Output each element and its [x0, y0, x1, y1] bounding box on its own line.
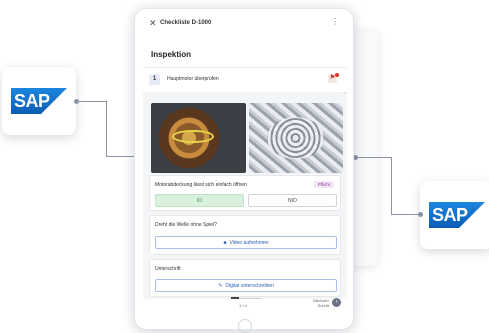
record-video-button[interactable]: ■ Video aufnehmen — [155, 236, 337, 249]
motor-photo[interactable] — [151, 103, 246, 173]
notification-dot — [335, 73, 339, 77]
sign-digitally-button[interactable]: ✎ Digital unterschreiben — [155, 279, 337, 292]
button-label: Video aufnehmen — [229, 240, 269, 246]
question-card-3: Unterschrift ✎ Digital unterschreiben — [149, 259, 341, 297]
question-label: Motorabdeckung lässt sich einfach öffnen — [155, 182, 247, 188]
question-card-2: Dreht die Welle ohne Spiel? ■ Video aufne… — [149, 215, 341, 255]
section-title: Inspektion — [151, 50, 192, 59]
tablet-device: ✕ Checkliste D-1000 ⋮ Inspektion 1 Haupt… — [134, 8, 354, 333]
io-button[interactable]: IO — [155, 194, 244, 207]
connector-right-lower — [391, 214, 420, 215]
required-tag: Pflicht — [313, 181, 334, 188]
sap-logo-text: SAP — [432, 205, 468, 225]
next-step-label-line2: Schritt — [317, 303, 329, 308]
arrow-right-icon[interactable]: › — [332, 298, 341, 307]
progress-indicator — [231, 297, 239, 299]
question-label: Dreht die Welle ohne Spiel? — [155, 222, 217, 228]
connector-dot — [418, 212, 423, 217]
close-icon[interactable]: ✕ — [149, 18, 157, 29]
video-camera-icon: ■ — [223, 240, 227, 246]
question-card-1: Motorabdeckung lässt sich einfach öffnen… — [149, 175, 341, 211]
gear-photo[interactable] — [248, 103, 343, 173]
checklist-screen[interactable]: Inspektion 1 Hauptmotor überprüfen ⚑ Mot… — [143, 43, 347, 299]
checklist-item[interactable]: 1 Hauptmotor überprüfen ⚑ — [143, 67, 347, 92]
signature-icon: ✎ — [218, 283, 223, 289]
sap-logo-card-left: SAP — [2, 67, 76, 135]
sap-logo: SAP — [11, 88, 67, 114]
photo-gallery — [151, 103, 343, 173]
connector-left-lower — [106, 156, 136, 157]
button-label: Digital unterschreiben — [225, 283, 274, 289]
home-button[interactable] — [238, 319, 252, 333]
sap-logo-text: SAP — [14, 91, 50, 111]
connector-dot — [74, 99, 79, 104]
connector-right — [355, 157, 392, 215]
page-indicator: 1 / 4 — [239, 303, 247, 308]
app-title: Checkliste D-1000 — [160, 20, 212, 26]
section-header: Inspektion — [143, 43, 347, 67]
sap-logo-card-right: SAP — [420, 181, 489, 249]
question-label: Unterschrift — [155, 266, 181, 272]
item-label: Hauptmotor überprüfen — [167, 76, 219, 82]
sap-logo: SAP — [429, 202, 485, 228]
nio-button[interactable]: NIO — [248, 194, 337, 207]
more-vertical-icon[interactable]: ⋮ — [331, 17, 339, 26]
item-number: 1 — [149, 74, 160, 85]
footer-pager: 1 / 4 Nächster Schritt › — [135, 295, 353, 315]
next-step-label: Nächster Schritt — [307, 298, 329, 308]
connector-left — [76, 101, 107, 157]
app-topbar: ✕ Checkliste D-1000 ⋮ — [135, 17, 353, 35]
